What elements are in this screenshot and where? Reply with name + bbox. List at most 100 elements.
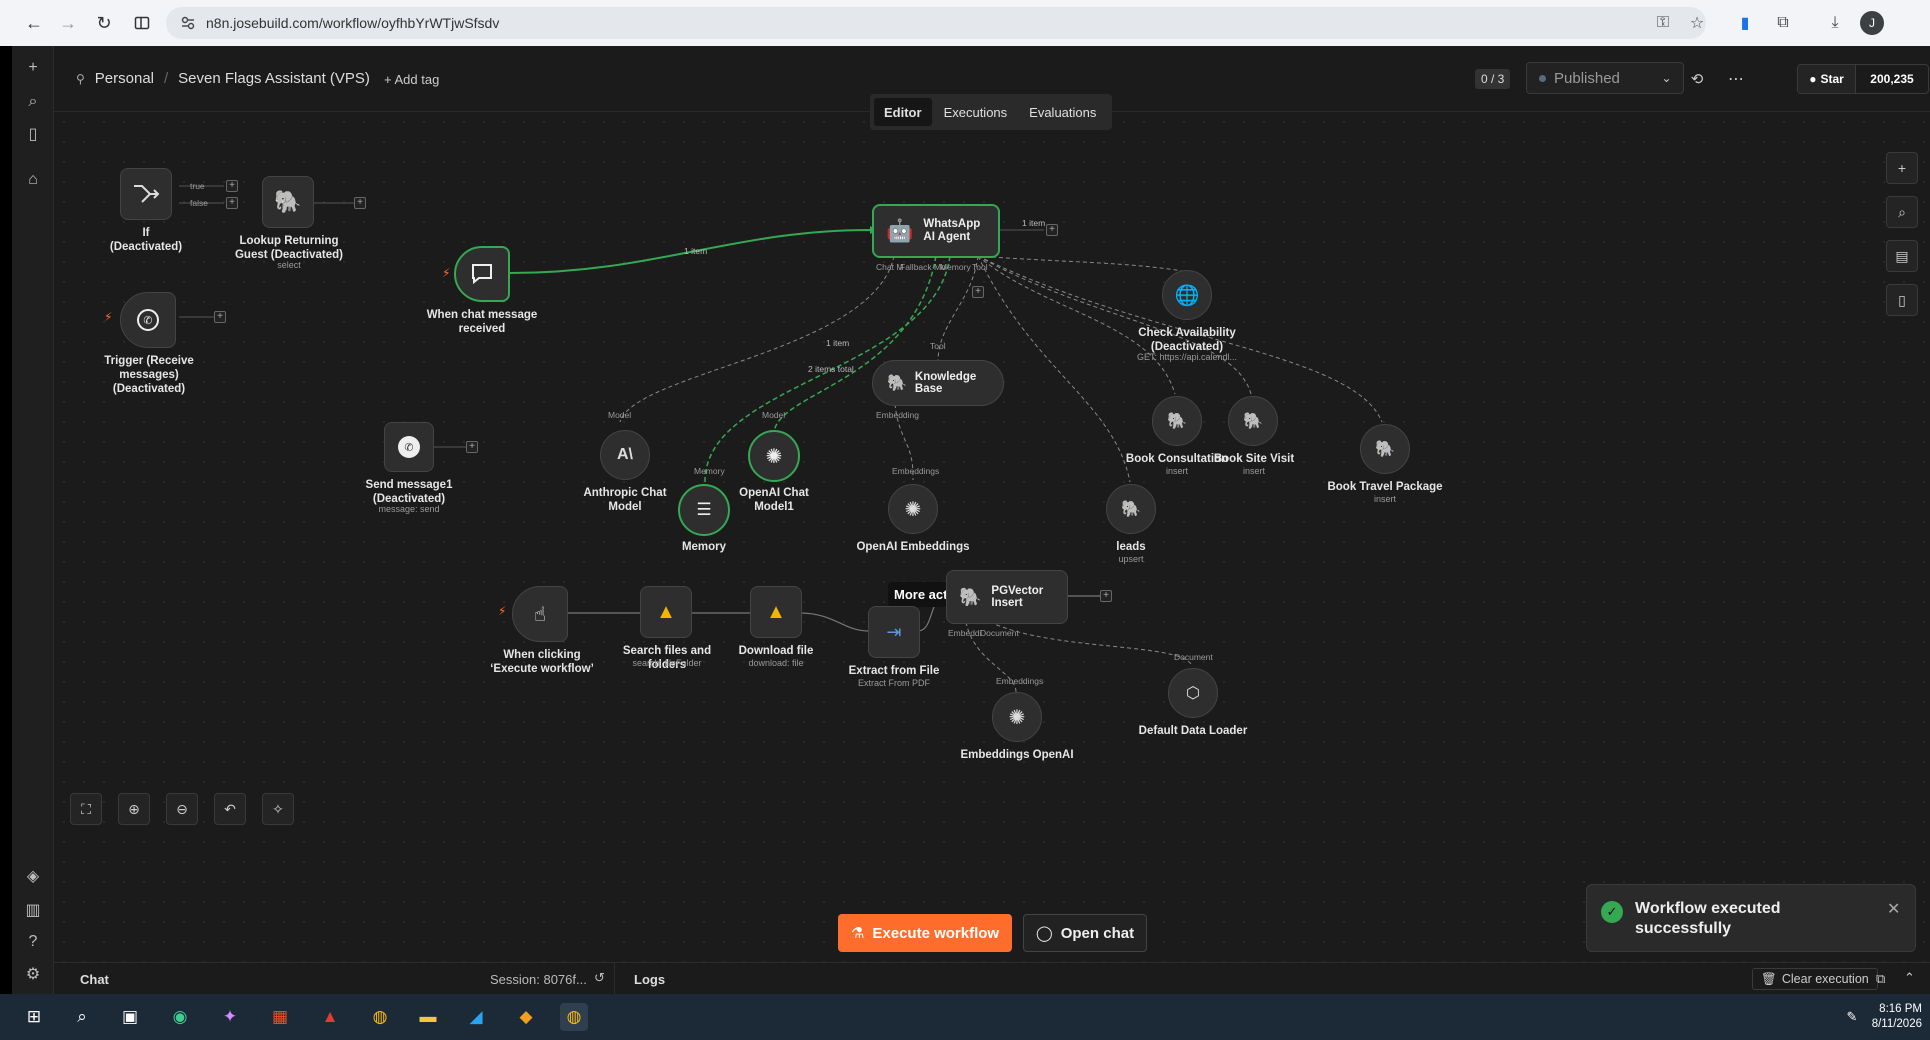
chevron-down-icon[interactable]: ⌄ [1650,62,1684,94]
search-icon[interactable]: ⌕ [21,90,45,114]
tab-editor[interactable]: Editor [874,98,932,126]
home-icon[interactable]: ⌂ [21,168,45,192]
search-nodes-icon[interactable]: ⌕ [1886,196,1918,228]
postgres-icon: 🐘 [959,586,982,607]
pen-icon[interactable]: ✎ [1838,1003,1866,1031]
tab-evaluations[interactable]: Evaluations [1019,98,1106,126]
left-sidebar: + ⌕ ▯ ⌂ ◈ ▥ ? ⚙ [12,46,54,994]
settings-icon[interactable]: ⚙ [21,962,45,986]
insights-icon[interactable]: ▥ [21,898,45,922]
system-clock[interactable]: 8:16 PM 8/11/2026 [1866,1002,1922,1032]
split-view-icon[interactable] [130,11,154,35]
search-files-node[interactable]: ▲ [640,586,692,638]
tab-executions[interactable]: Executions [934,98,1018,126]
check-availability-node[interactable]: 🌐 [1162,270,1212,320]
url-text: n8n.josebuild.com/workflow/oyfhbYrWTjwSf… [206,15,500,31]
openai-chat-model-node[interactable]: ✺ [748,430,800,482]
clock-date: 8/11/2026 [1871,1018,1922,1030]
ai-agent-node[interactable]: 🤖 WhatsApp AI Agent [872,204,1000,258]
add-tool-plus[interactable]: + [972,286,984,298]
memory-node[interactable]: ☰ [678,484,730,536]
profile-avatar[interactable]: J [1860,11,1884,35]
add-node-plus[interactable]: + [226,197,238,209]
chrome-icon[interactable]: ◍ [366,1003,394,1031]
anthropic-model-node[interactable]: A\ [600,430,650,480]
windows-start-icon[interactable]: ⊞ [20,1003,48,1031]
side-panel-icon[interactable]: ▯ [1886,284,1918,316]
templates-icon[interactable]: ◈ [21,864,45,888]
logs-panel-title[interactable]: Logs [634,972,665,987]
zoom-out-icon[interactable]: ⊖ [166,793,198,825]
chat-trigger-node[interactable] [454,246,510,302]
book-site-visit-node[interactable]: 🐘 [1228,396,1278,446]
workflow-name[interactable]: Seven Flags Assistant (VPS) [178,70,370,87]
execute-workflow-button[interactable]: ⚗ Execute workflow [838,914,1012,952]
close-icon[interactable]: ✕ [1887,899,1900,919]
extension-icon[interactable]: ▮ [1734,12,1756,34]
embeddings-openai-node[interactable]: ✺ [992,692,1042,742]
add-node-icon[interactable]: + [1886,152,1918,184]
data-loader-node[interactable]: ⬡ [1168,668,1218,718]
add-tag-button[interactable]: + Add tag [384,72,439,87]
chevron-up-icon[interactable]: ⌃ [1904,970,1915,986]
fit-view-icon[interactable]: ⛶ [70,793,102,825]
zoom-in-icon[interactable]: ⊕ [118,793,150,825]
add-node-plus[interactable]: + [1046,224,1058,236]
sticky-note-icon[interactable]: ▤ [1886,240,1918,272]
if-node[interactable] [120,168,172,220]
openai-embeddings-node[interactable]: ✺ [888,484,938,534]
edge-browser-icon[interactable]: ◉ [166,1003,194,1031]
store-icon[interactable]: ▦ [266,1003,294,1031]
leads-node[interactable]: 🐘 [1106,484,1156,534]
forward-icon[interactable]: → [56,11,80,35]
help-icon[interactable]: ? [21,930,45,954]
add-node-plus[interactable]: + [1100,590,1112,602]
book-consultation-node[interactable]: 🐘 [1152,396,1202,446]
download-file-node[interactable]: ▲ [750,586,802,638]
vscode-icon[interactable]: ◢ [462,1003,490,1031]
tidy-up-icon[interactable]: ✧ [262,793,294,825]
puzzle-icon[interactable]: ⧉ [1772,12,1794,34]
send-message-node[interactable]: ✆ [384,422,434,472]
site-info-icon[interactable] [180,15,196,31]
more-options-icon[interactable]: ⋯ [1725,68,1747,90]
add-node-plus[interactable]: + [354,197,366,209]
reset-session-icon[interactable]: ↺ [594,970,605,986]
project-link[interactable]: Personal [95,70,154,87]
copilot-icon[interactable]: ✦ [216,1003,244,1031]
lookup-guest-node[interactable]: 🐘 [262,176,314,228]
kb-embedding-port: Embedding [876,410,920,420]
book-travel-node[interactable]: 🐘 [1360,424,1410,474]
undo-icon[interactable]: ↶ [214,793,246,825]
back-icon[interactable]: ← [22,11,46,35]
add-icon[interactable]: + [21,56,45,80]
task-view-icon[interactable]: ▣ [116,1003,144,1031]
address-bar[interactable]: n8n.josebuild.com/workflow/oyfhbYrWTjwSf… [166,7,1706,39]
whatsapp-trigger-node[interactable]: ✆ [120,292,176,348]
chrome-active-icon[interactable]: ◍ [560,1003,588,1031]
add-node-plus[interactable]: + [214,311,226,323]
add-node-plus[interactable]: + [226,180,238,192]
pdf-reader-icon[interactable]: ▲ [316,1003,344,1031]
password-key-icon[interactable]: ⚿ [1652,12,1674,34]
pgvector-insert-node[interactable]: 🐘 PGVector Insert [946,570,1068,624]
reload-icon[interactable]: ↻ [92,11,116,35]
clear-execution-button[interactable]: 🗑 Clear execution [1752,968,1878,990]
panel-icon[interactable]: ▯ [21,122,45,146]
chat-panel-title[interactable]: Chat [80,972,109,987]
manual-trigger-node[interactable]: ☝ [512,586,568,642]
knowledge-base-node[interactable]: 🐘 Knowledge Base [872,360,1004,406]
open-chat-button[interactable]: ◯ Open chat [1023,914,1147,952]
popout-icon[interactable]: ⧉ [1876,971,1885,987]
download-icon[interactable]: ⤓ [1824,12,1846,34]
app-icon[interactable]: ◆ [512,1003,540,1031]
bookmark-star-icon[interactable]: ☆ [1686,12,1708,34]
add-node-plus[interactable]: + [466,441,478,453]
search-icon[interactable]: ⌕ [68,1003,96,1031]
github-star-button[interactable]: ● Star 200,235 [1797,64,1929,94]
workflow-canvas[interactable]: If (Deactivated) true false + + 🐘 Lookup … [54,112,1930,962]
extract-file-node[interactable]: ⇥ [868,606,920,658]
history-icon[interactable]: ⟲ [1686,68,1708,90]
file-explorer-icon[interactable]: ▬ [414,1003,442,1031]
published-button[interactable]: Published [1526,62,1662,94]
